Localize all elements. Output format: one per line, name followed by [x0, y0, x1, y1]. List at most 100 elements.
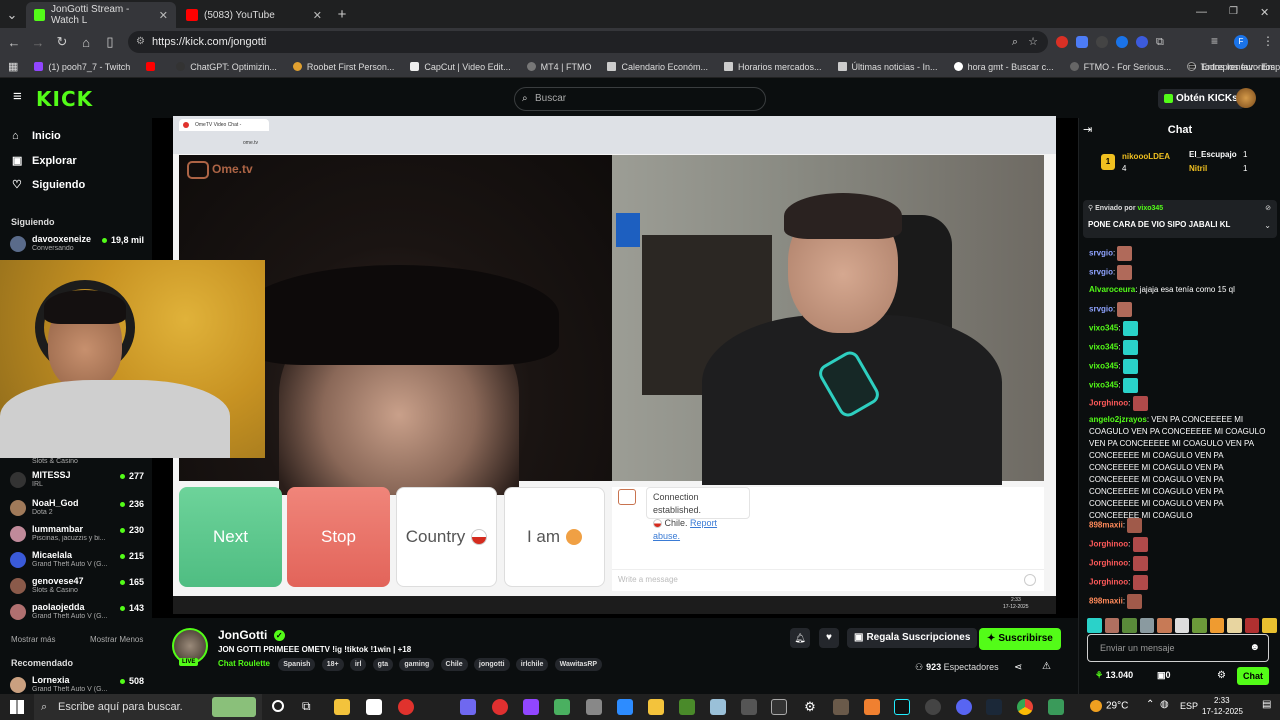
url-input[interactable]: ⚙ https://kick.com/jongotti ⌕ ☆: [128, 31, 1048, 53]
tag[interactable]: 18+: [321, 658, 344, 671]
bookmark-ftmo[interactable]: FTMO - For Serious...: [1069, 62, 1171, 72]
bookmark-twitch[interactable]: (1) pooh7_7 - Twitch: [34, 62, 130, 72]
forward-icon[interactable]: →: [26, 35, 50, 50]
tag[interactable]: gaming: [399, 658, 435, 671]
bookmark-capcut[interactable]: CapCut | Video Edit...: [410, 62, 511, 72]
chat-username[interactable]: srvgio: [1089, 268, 1113, 277]
notepad-icon[interactable]: [366, 699, 382, 715]
channel-item[interactable]: NoaH_God Dota 2 236: [10, 498, 146, 518]
app-icon[interactable]: [833, 699, 849, 715]
notifications-bell-button[interactable]: 🔔︎: [790, 628, 810, 648]
chat-username[interactable]: Jorghinoo: [1089, 559, 1128, 568]
bookmark-calendario[interactable]: Calendario Económ...: [607, 62, 708, 72]
puzzle-extensions-icon[interactable]: ⧉: [1156, 36, 1164, 49]
restore-window-icon[interactable]: ❐: [1229, 6, 1238, 17]
twitch-app-icon[interactable]: [523, 699, 539, 715]
app-icon[interactable]: [460, 699, 476, 715]
app-icon[interactable]: [1048, 699, 1064, 715]
chat-username[interactable]: Jorghinoo: [1089, 399, 1128, 408]
zoom-app-icon[interactable]: [617, 699, 633, 715]
report-icon[interactable]: ⚠: [1042, 661, 1051, 672]
bookmark-horarios[interactable]: Horarios mercados...: [724, 62, 822, 72]
channel-item[interactable]: davooxeneize Conversando 19,8 mil: [10, 234, 146, 254]
chat-username[interactable]: 898maxii: [1089, 597, 1123, 606]
hamburger-menu-icon[interactable]: ≡: [13, 88, 22, 105]
profile-avatar[interactable]: F: [1234, 35, 1248, 49]
chat-username[interactable]: srvgio: [1089, 249, 1113, 258]
ometv-next-button[interactable]: Next: [179, 487, 282, 587]
file-explorer-icon[interactable]: [334, 699, 350, 715]
tray-chevron-icon[interactable]: ⌃: [1146, 699, 1154, 710]
apps-grid-icon[interactable]: ▦: [8, 60, 18, 73]
emote-icon[interactable]: [1262, 618, 1278, 633]
folder-icon[interactable]: [648, 699, 664, 715]
emote-icon[interactable]: [1174, 618, 1190, 633]
chrome-icon[interactable]: [1017, 699, 1033, 715]
browser-menu-icon[interactable]: ⋮: [1262, 34, 1274, 48]
close-tab-icon[interactable]: ✕: [159, 9, 168, 22]
weather-widget[interactable]: 29°C: [1090, 700, 1128, 712]
nav-siguiendo[interactable]: ♡ Siguiendo: [12, 178, 85, 192]
bookmark-youtube[interactable]: [146, 62, 160, 71]
extension-3-icon[interactable]: [1096, 36, 1108, 48]
leader-name[interactable]: nikoooLDEA: [1122, 152, 1170, 161]
new-tab-icon[interactable]: +: [330, 2, 354, 28]
ometv-message-input[interactable]: Write a message: [612, 569, 1044, 589]
bookmark-star-icon[interactable]: ☆: [1028, 31, 1038, 53]
language-indicator[interactable]: ESP: [1180, 701, 1198, 711]
channel-item[interactable]: Micaelala Grand Theft Auto V (G... 215: [10, 550, 146, 570]
emoji-picker-icon[interactable]: ☻: [1249, 635, 1260, 661]
tag[interactable]: irlchile: [515, 658, 549, 671]
home-icon[interactable]: ⌂: [74, 35, 98, 50]
chat-username[interactable]: vixo345: [1089, 381, 1118, 390]
emote-icon[interactable]: [1209, 618, 1225, 633]
category-link[interactable]: Chat Roulette: [218, 659, 270, 668]
clock-date[interactable]: 17-12-2025: [1202, 707, 1243, 716]
chat-username[interactable]: vixo345: [1089, 343, 1118, 352]
nav-explorar[interactable]: ▣ Explorar: [12, 154, 77, 168]
bookmark-google[interactable]: hora gmt - Buscar c...: [953, 62, 1054, 72]
tab-kick[interactable]: JonGotti Stream - Watch L ✕: [26, 2, 176, 28]
follow-heart-button[interactable]: ♥: [819, 628, 839, 648]
tag[interactable]: gta: [372, 658, 394, 671]
leader-name[interactable]: Nitril: [1189, 164, 1207, 173]
ometv-iam-button[interactable]: I am: [504, 487, 605, 587]
show-less-link[interactable]: Mostrar Menos: [90, 635, 143, 644]
user-avatar[interactable]: [1236, 88, 1256, 108]
channel-item[interactable]: Lornexia Grand Theft Auto V (G... 508: [10, 675, 146, 695]
task-view-icon[interactable]: ⧉: [302, 699, 311, 714]
emoji-icon[interactable]: [1024, 574, 1036, 586]
channel-item[interactable]: paolaojedda Grand Theft Auto V (G... 143: [10, 602, 146, 622]
chat-username[interactable]: Jorghinoo: [1089, 540, 1128, 549]
expand-pinned-icon[interactable]: ⌄: [1264, 221, 1271, 230]
channel-item[interactable]: genovese47 Slots & Casino 165: [10, 576, 146, 596]
emote-icon[interactable]: [1227, 618, 1242, 633]
close-window-icon[interactable]: ✕: [1260, 6, 1269, 19]
sidepanel-icon[interactable]: ▯: [98, 34, 122, 50]
steam-icon[interactable]: [986, 699, 1002, 715]
bookmark-chatgpt[interactable]: ChatGPT: Optimizin...: [176, 62, 277, 72]
emote-icon[interactable]: [1139, 618, 1155, 633]
extension-5-icon[interactable]: [1136, 36, 1148, 48]
site-info-icon[interactable]: ⚙: [136, 31, 145, 53]
chat-send-button[interactable]: Chat: [1237, 667, 1269, 685]
app-icon[interactable]: [554, 699, 570, 715]
bookmark-mt4[interactable]: MT4 | FTMO: [526, 62, 591, 72]
chat-username[interactable]: vixo345: [1089, 324, 1118, 333]
tag[interactable]: WawitasRP: [554, 658, 603, 671]
channel-item[interactable]: lummambar Piscinas, jacuzzis y bi... 230: [10, 524, 146, 544]
tiktok-icon[interactable]: [894, 699, 910, 715]
minimize-window-icon[interactable]: —: [1196, 6, 1207, 18]
app-icon[interactable]: [925, 699, 941, 715]
extension-4-icon[interactable]: [1116, 36, 1128, 48]
notifications-icon[interactable]: ▤: [1262, 699, 1271, 710]
gifts-count[interactable]: ▣0: [1157, 670, 1171, 681]
windows-start-icon[interactable]: [10, 700, 24, 714]
kicks-balance[interactable]: ⚘ 13.040: [1095, 670, 1133, 681]
emote-icon[interactable]: [1192, 618, 1207, 633]
chat-username[interactable]: Jorghinoo: [1089, 578, 1128, 587]
app-icon[interactable]: [710, 699, 726, 715]
tag[interactable]: jongotti: [473, 658, 510, 671]
nav-inicio[interactable]: ⌂ Inicio: [12, 130, 61, 142]
emote-icon[interactable]: [1122, 618, 1137, 633]
